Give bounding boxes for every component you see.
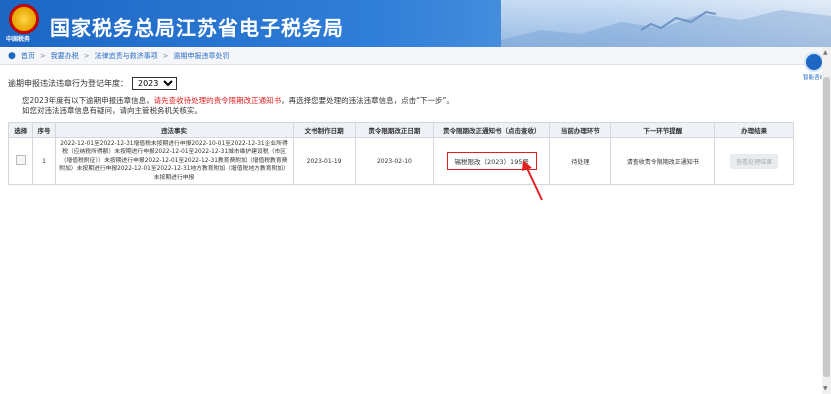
col-stage: 当前办理环节 (549, 122, 612, 138)
col-result: 办理结果 (714, 122, 794, 138)
notice-line1-pre: 您2023年度有以下逾期申报违章信息， (22, 96, 154, 105)
breadcrumb-separator: > (162, 51, 169, 60)
row-deadline: 2023-02-10 (354, 136, 435, 186)
scroll-thumb[interactable] (823, 77, 830, 377)
location-pin-icon: ● (8, 50, 16, 61)
year-selector-label: 逾期申报违法违章行为登记年度： (8, 79, 128, 88)
row-doc-date: 2023-01-19 (292, 136, 356, 186)
breadcrumb-separator: > (39, 51, 46, 60)
tax-emblem-icon (9, 4, 39, 34)
site-title: 国家税务总局江苏省电子税务局 (50, 16, 344, 40)
year-select[interactable]: 2023 (132, 77, 177, 90)
row-select-cell (7, 136, 34, 186)
notice-text: 您2023年度有以下逾期申报违章信息，请先查收待处理的责令限期改正通知书，再选择… (22, 96, 782, 116)
table-row: 1 2022-12-01至2022-12-31增值税未按期进行申报2022-10… (7, 136, 794, 186)
col-next-hint: 下一环节提醒 (610, 122, 716, 138)
row-index: 1 (32, 136, 56, 186)
row-fact: 2022-12-01至2022-12-31增值税未按期进行申报2022-10-0… (54, 136, 294, 186)
col-index: 序号 (32, 122, 56, 138)
notice-line1-highlight: 请先查收待处理的责令限期改正通知书 (153, 96, 282, 105)
notice-line2: 如您对违法违章信息有疑问，请向主管税务机关核实。 (22, 106, 202, 115)
breadcrumb-item-home[interactable]: 首页 (21, 51, 35, 61)
site-header: 中国税务 国家税务总局江苏省电子税务局 (0, 0, 831, 47)
breadcrumb-item-legal-relief[interactable]: 法律追责与救济事项 (95, 51, 158, 61)
breadcrumb-separator: > (83, 51, 90, 60)
vertical-scrollbar[interactable]: ▲ ▼ (822, 47, 831, 394)
great-wall-banner-image (501, 0, 831, 47)
violations-table: 选择 序号 违法事实 文书制作日期 责令限期改正日期 责令限期改正通知书（点击查… (7, 122, 794, 186)
breadcrumb-item-current: 逾期申报违章处罚 (173, 51, 230, 60)
table-header-row: 选择 序号 违法事实 文书制作日期 责令限期改正日期 责令限期改正通知书（点击查… (7, 122, 794, 138)
row-checkbox[interactable] (15, 155, 26, 166)
breadcrumb-item-tax-services[interactable]: 我要办税 (51, 51, 79, 61)
annotation-arrow-icon (522, 160, 543, 201)
row-result-cell: 查看处理结果 (714, 136, 794, 186)
scroll-up-icon[interactable]: ▲ (823, 49, 828, 56)
col-select: 选择 (7, 122, 34, 138)
breadcrumb: ● 首页 > 我要办税 > 法律追责与救济事项 > 逾期申报违章处罚 (0, 47, 831, 65)
col-notice: 责令限期改正通知书（点击查收） (433, 122, 551, 138)
emblem-caption: 中国税务 (6, 36, 31, 43)
row-next-hint: 请查收责令限期改正通知书 (610, 136, 716, 186)
headset-icon[interactable] (804, 52, 824, 72)
year-selector-row: 逾期申报违法违章行为登记年度： 2023 (8, 77, 177, 90)
col-fact: 违法事实 (54, 122, 294, 138)
col-deadline: 责令限期改正日期 (354, 122, 435, 138)
col-doc-date: 文书制作日期 (292, 122, 356, 138)
view-result-button[interactable]: 查看处理结果 (730, 153, 779, 169)
scroll-down-icon[interactable]: ▼ (823, 385, 828, 392)
notice-line1-post: ，再选择您要处理的违法违章信息，点击“下一步”。 (281, 96, 454, 105)
